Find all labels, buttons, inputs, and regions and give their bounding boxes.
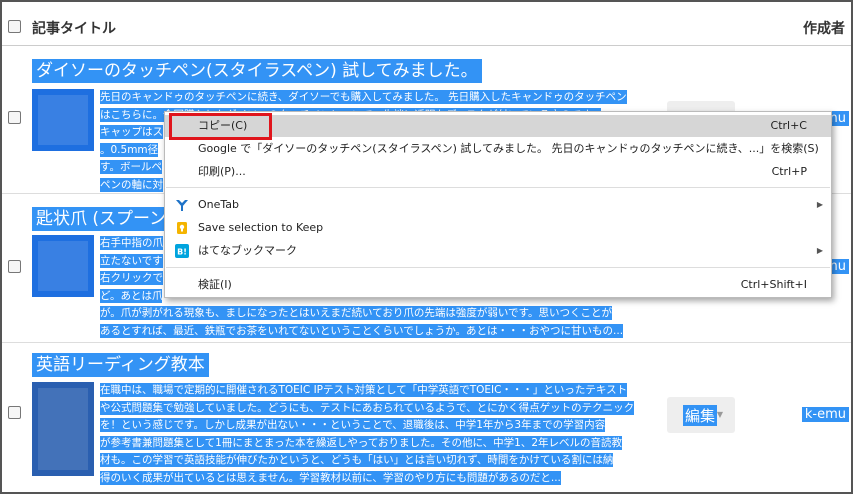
menu-divider: [166, 187, 830, 188]
excerpt-line: 得のいく成果が出ているとは思えません。学習教材以前に、学習のやり方にも問題がある…: [100, 470, 561, 485]
menu-item-label: はてなブックマーク: [198, 244, 297, 257]
svg-text:B!: B!: [177, 248, 187, 257]
row-checkbox[interactable]: [8, 111, 21, 124]
row-checkbox[interactable]: [8, 406, 21, 419]
excerpt-line: 。0.5mm径: [100, 142, 159, 157]
article-thumbnail: [32, 89, 94, 151]
keep-icon: [177, 222, 187, 234]
excerpt-line: 右手中指の爪: [100, 236, 163, 250]
menu-item-print[interactable]: 印刷(P)... Ctrl+P: [165, 161, 831, 183]
edit-button[interactable]: 編集 ▼: [667, 397, 735, 433]
onetab-icon: [176, 200, 188, 211]
article-thumbnail: [32, 382, 94, 476]
menu-item-google-search[interactable]: Google で「ダイソーのタッチペン(スタイラスペン) 試してみました。 先日…: [165, 138, 831, 160]
table-row: 英語リーディング教本 在職中は、職場で定期的に開催されるTOEIC IPテスト対…: [2, 344, 851, 492]
excerpt-line: が参考書兼問題集として1冊にまとまった本を繰返しやっておりました。その他に、中学…: [100, 435, 623, 450]
excerpt-line: キャップはス: [100, 125, 163, 139]
shortcut-label: Ctrl+P: [771, 165, 807, 178]
shortcut-label: Ctrl+C: [770, 119, 807, 132]
highlight-annotation-box: [169, 113, 272, 140]
submenu-arrow-icon: ▶: [816, 200, 823, 209]
excerpt-line: す。ボールペ: [100, 160, 162, 174]
menu-item-inspect[interactable]: 検証(I) Ctrl+Shift+I: [165, 274, 831, 296]
article-thumbnail: [32, 235, 94, 297]
article-title-link[interactable]: ダイソーのタッチペン(スタイラスペン) 試してみました。: [32, 59, 482, 83]
shortcut-label: Ctrl+Shift+I: [740, 278, 807, 291]
article-title-link[interactable]: 英語リーディング教本: [32, 353, 209, 377]
excerpt-line: あるとすれば、最近、鉄瓶でお茶をいれてないということくらいでしょうか。あとは・・…: [100, 323, 624, 338]
excerpt-line: 材も。この学習で英語技能が伸びたかというと、どうも「はい」とは言い切れず、時間を…: [100, 453, 614, 467]
excerpt-line: や公式問題集で勉強していました。どうにも、テストにあおられているようで、とにかく…: [100, 400, 635, 415]
menu-item-save-to-keep[interactable]: Save selection to Keep: [165, 217, 831, 239]
menu-item-label: 印刷(P)...: [198, 165, 246, 178]
excerpt-line: 在職中は、職場で定期的に開催されるTOEIC IPテスト対策として「中学英語でT…: [100, 383, 628, 397]
menu-item-label: Google で「ダイソーのタッチペン(スタイラスペン) 試してみました。 先日…: [198, 142, 819, 155]
excerpt-line: を！という感じです。しかし成果が出ない・・・ということで、退職後は、中学1年から…: [100, 418, 606, 432]
column-header-title[interactable]: 記事タイトル: [32, 18, 116, 38]
select-all-checkbox[interactable]: [8, 20, 21, 33]
excerpt-line: 右クリックで: [100, 271, 163, 285]
author-name: k-emu: [801, 407, 849, 422]
edit-button-label: 編集: [683, 405, 718, 426]
menu-item-onetab[interactable]: OneTab ▶: [165, 194, 831, 216]
row-checkbox[interactable]: [8, 260, 21, 273]
table-header: 記事タイトル 作成者: [2, 2, 851, 46]
excerpt-line: が。爪が剥がれる現象も、ましになったとはいえまだ続いており爪の先端は強度が弱いで…: [100, 306, 612, 320]
menu-divider: [166, 267, 830, 268]
menu-item-hatena-bookmark[interactable]: B! はてなブックマーク ▶: [165, 240, 831, 262]
column-header-author[interactable]: 作成者: [803, 18, 845, 38]
article-excerpt: 在職中は、職場で定期的に開催されるTOEIC IPテスト対策として「中学英語でT…: [100, 382, 648, 487]
menu-item-label: OneTab: [198, 198, 240, 211]
excerpt-line: ど。あとは爪: [100, 288, 163, 303]
caret-down-icon: ▼: [716, 410, 723, 419]
hatena-bookmark-icon: B!: [175, 244, 189, 258]
menu-item-label: Save selection to Keep: [198, 221, 324, 234]
excerpt-line: 先日のキャンドゥのタッチペンに続き、ダイソーでも購入してみました。 先日購入した…: [100, 90, 627, 104]
excerpt-line: ペンの軸に対: [100, 177, 163, 192]
submenu-arrow-icon: ▶: [816, 246, 823, 255]
menu-item-label: 検証(I): [198, 278, 232, 291]
excerpt-line: 立たないです: [100, 253, 163, 268]
